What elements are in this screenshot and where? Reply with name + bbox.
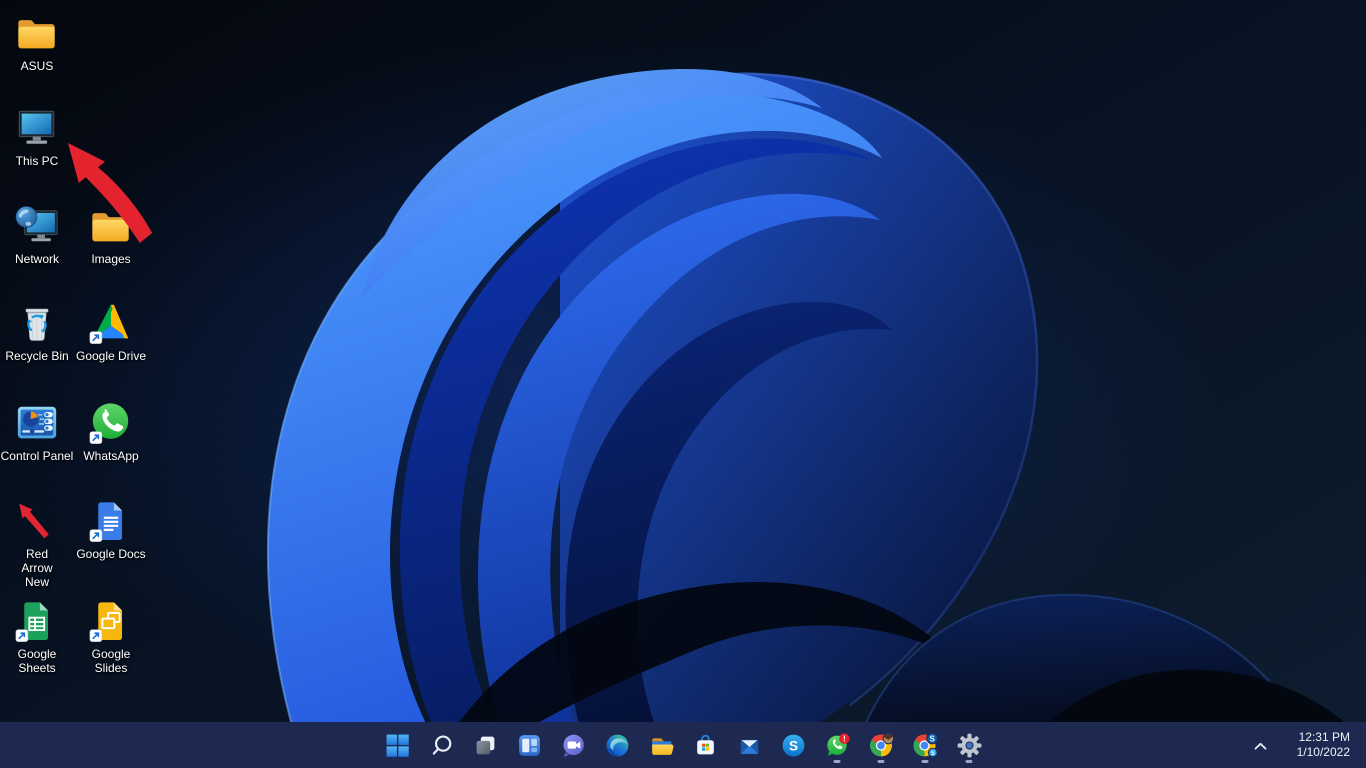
taskbar-button-widgets[interactable] [509, 725, 549, 765]
desktop-icon-control-panel[interactable]: Control Panel [0, 400, 74, 463]
desktop-icon-label: This PC [15, 154, 59, 168]
chat-icon [563, 734, 584, 757]
svg-text:!: ! [842, 733, 845, 743]
red-arrow-image-icon [19, 503, 49, 539]
running-indicator [921, 760, 929, 763]
tray-chevron-button[interactable] [1246, 727, 1275, 763]
taskbar-button-start[interactable] [377, 725, 417, 765]
taskbar-button-chrome-profile-1[interactable] [861, 725, 901, 765]
desktop-icon-label: WhatsApp [83, 449, 139, 463]
desktop-icon-label: ASUS [20, 59, 54, 73]
search-icon [432, 734, 451, 755]
shortcut-overlay-icon [15, 629, 29, 642]
taskbar-button-file-explorer[interactable] [641, 725, 681, 765]
recycle-bin-icon [25, 308, 49, 341]
microsoft-store-icon [696, 734, 714, 754]
edge-icon [606, 734, 628, 756]
desktop-icon-google-sheets[interactable]: Google Sheets [0, 598, 74, 675]
start-icon [386, 734, 409, 757]
taskbar-button-microsoft-store[interactable] [685, 725, 725, 765]
taskbar-center-group: S ! S S [375, 722, 991, 768]
annotation-red-arrow [68, 143, 153, 243]
chevron-up-icon [1254, 742, 1267, 750]
desktop-icon-red-arrow-new[interactable]: Red Arrow New [0, 498, 74, 589]
clock-date: 1/10/2022 [1296, 745, 1350, 759]
chrome-icon [869, 732, 894, 756]
folder-icon [18, 20, 55, 49]
desktop-icon-whatsapp[interactable]: WhatsApp [74, 400, 148, 463]
taskbar-button-mail[interactable] [729, 725, 769, 765]
desktop-icon-label: Google Docs [76, 547, 146, 561]
desktop-icon-google-slides[interactable]: Google Slides [74, 598, 148, 675]
google-drive-icon [89, 304, 129, 344]
desktop-icon-google-drive[interactable]: Google Drive [74, 300, 148, 363]
desktop-icon-asus[interactable]: ASUS [0, 10, 74, 73]
svg-text:S: S [788, 738, 797, 753]
widgets-icon [518, 734, 540, 756]
taskbar-button-chat[interactable] [553, 725, 593, 765]
desktop-icon-recycle-bin[interactable]: Recycle Bin [0, 300, 74, 363]
whatsapp-taskbar-icon: ! [826, 732, 850, 755]
running-indicator [965, 760, 973, 763]
svg-text:S: S [929, 734, 934, 743]
shortcut-overlay-icon [89, 529, 103, 542]
settings-gear-icon [957, 733, 981, 757]
google-slides-icon [89, 602, 123, 642]
google-docs-icon [89, 502, 123, 542]
desktop-icon-google-docs[interactable]: Google Docs [74, 498, 148, 561]
taskbar-button-skype[interactable]: S [773, 725, 813, 765]
google-sheets-icon [15, 602, 49, 642]
desktop-icon-label: Images [91, 252, 131, 266]
network-icon [15, 206, 58, 242]
svg-text:S: S [930, 750, 934, 757]
this-pc-icon [18, 110, 55, 144]
running-indicator [833, 760, 841, 763]
desktop-icon-label: Network [14, 252, 59, 266]
system-tray: 12:31 PM 1/10/2022 [1246, 722, 1366, 768]
whatsapp-icon [89, 403, 129, 444]
mail-icon [740, 739, 758, 754]
desktop-icon-label: Google Slides [91, 647, 131, 675]
desktop-icon-label: Red Arrow New [21, 547, 53, 589]
desktop-icon-label: Google Drive [75, 349, 147, 363]
taskbar-button-edge[interactable] [597, 725, 637, 765]
taskbar-button-search[interactable] [421, 725, 461, 765]
desktop-icon-label: Control Panel [0, 449, 74, 463]
shortcut-overlay-icon [89, 331, 103, 344]
chrome-skype-icon: S S [913, 732, 938, 757]
taskbar-button-settings[interactable] [949, 725, 989, 765]
task-view-icon [476, 736, 494, 754]
taskbar-button-chrome-profile-2[interactable]: S S [905, 725, 945, 765]
taskbar-button-task-view[interactable] [465, 725, 505, 765]
taskbar: S ! S S 12:31 PM 1/10/2022 [0, 722, 1366, 768]
shortcut-overlay-icon [89, 629, 103, 642]
clock-time: 12:31 PM [1298, 730, 1350, 744]
control-panel-icon [17, 406, 57, 439]
shortcut-overlay-icon [89, 431, 103, 444]
skype-icon: S [782, 734, 804, 756]
running-indicator [877, 760, 885, 763]
wallpaper-bloom [0, 0, 1366, 768]
taskbar-clock[interactable]: 12:31 PM 1/10/2022 [1291, 730, 1356, 760]
file-explorer-icon [651, 737, 673, 755]
desktop-icon-label: Recycle Bin [5, 349, 69, 363]
desktop-icon-label: Google Sheets [17, 647, 57, 675]
taskbar-button-whatsapp[interactable]: ! [817, 725, 857, 765]
desktop-surface[interactable]: ASUS This PC Network Images Recycle Bin … [0, 0, 1366, 768]
